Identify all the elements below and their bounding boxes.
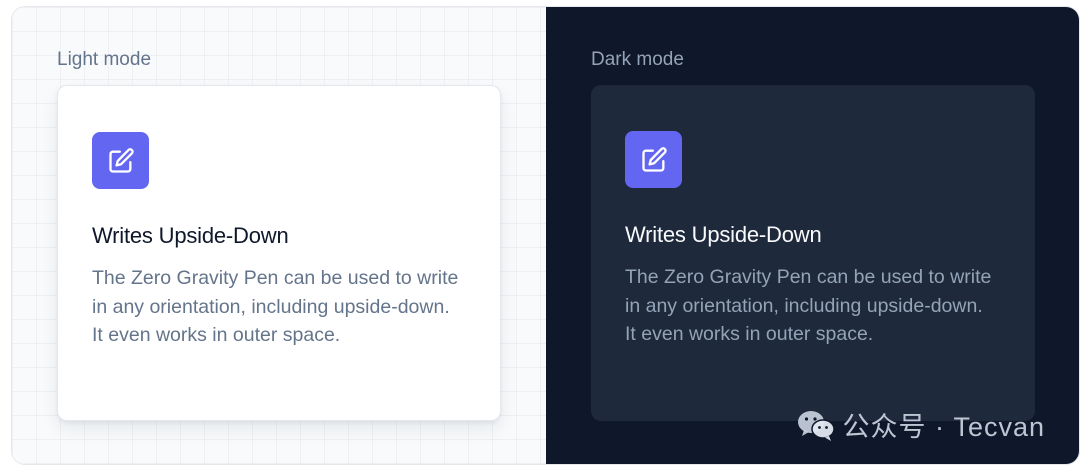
watermark: 公众号 · Tecvan [796, 405, 1045, 444]
light-mode-label: Light mode [57, 49, 152, 70]
card-description: The Zero Gravity Pen can be used to writ… [625, 266, 992, 345]
dark-mode-label: Dark mode [591, 49, 684, 70]
wechat-icon [798, 410, 836, 441]
card-title: Writes Upside-Down [625, 222, 822, 247]
card-title: Writes Upside-Down [92, 223, 289, 248]
dark-mode-panel: Dark mode Writes Upside-Down The Zero Gr… [546, 7, 1079, 464]
feature-card-light: Writes Upside-Down The Zero Gravity Pen … [57, 85, 501, 421]
pencil-square-icon [625, 131, 682, 188]
pencil-square-icon [92, 132, 149, 189]
demo-frame: Light mode Writes Upside-Down The Zero G… [11, 6, 1080, 465]
light-mode-panel: Light mode Writes Upside-Down The Zero G… [12, 7, 546, 464]
card-description: The Zero Gravity Pen can be used to writ… [92, 267, 459, 346]
feature-card-dark: Writes Upside-Down The Zero Gravity Pen … [591, 85, 1035, 421]
watermark-text: 公众号 · Tecvan [842, 412, 1045, 442]
